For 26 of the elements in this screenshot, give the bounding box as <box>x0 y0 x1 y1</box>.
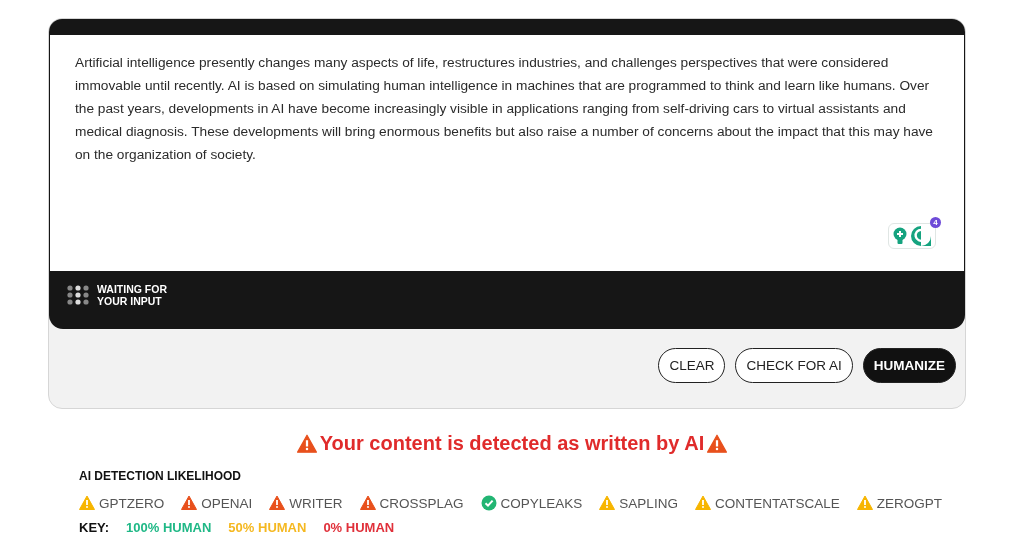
detector-name: ZEROGPT <box>876 495 942 511</box>
humanize-button[interactable]: HUMANIZE <box>862 348 956 383</box>
detector-name: CONTENTATSCALE <box>714 495 840 511</box>
writing-assistant-widget[interactable] <box>888 223 936 249</box>
dots-grid-icon <box>67 285 89 305</box>
detector-name: SAPLING <box>619 495 678 511</box>
notification-badge: 4 <box>930 217 941 228</box>
action-button[interactable]: CHECK FOR AI <box>735 348 853 383</box>
status-text: WAITING FOR YOUR INPUT <box>97 283 168 307</box>
verdict-heading: Your content is detected as written by AI <box>319 432 705 455</box>
action-button[interactable]: CLEAR <box>658 348 726 383</box>
detector-name: CROSSPLAG <box>379 495 464 511</box>
detector-name: WRITER <box>289 495 343 511</box>
key-item: 50% HUMAN <box>228 520 307 535</box>
key-label: KEY: <box>79 520 110 535</box>
key-item: 100% HUMAN <box>126 520 212 535</box>
warning-icon <box>296 433 317 454</box>
g-logo-icon <box>911 226 931 246</box>
text-input[interactable]: Artificial intelligence presently changes many aspects of life, restructures industries, and challenges perspectives that were considered immovable until recently. AI is based on simulating human intelligence in machines that are programmed to think and learn like humans. Over the past years, developments in AI have become increasingly visible in applications ranging from self-driving cars to virtual assistants and medical diagnosis. These developments will bring enormous benefits but also raise a number of concerns about the impact that this may have on the organization of society. <box>75 51 940 166</box>
detector-name: GPTZERO <box>99 495 165 511</box>
detector-name: COPYLEAKS <box>500 495 583 511</box>
section-title: AI DETECTION LIKELIHOOD <box>79 469 242 483</box>
detector-name: OPENAI <box>201 495 253 511</box>
warning-icon <box>707 433 728 454</box>
key-item: 0% HUMAN <box>323 520 395 535</box>
lightbulb-icon <box>893 227 907 245</box>
